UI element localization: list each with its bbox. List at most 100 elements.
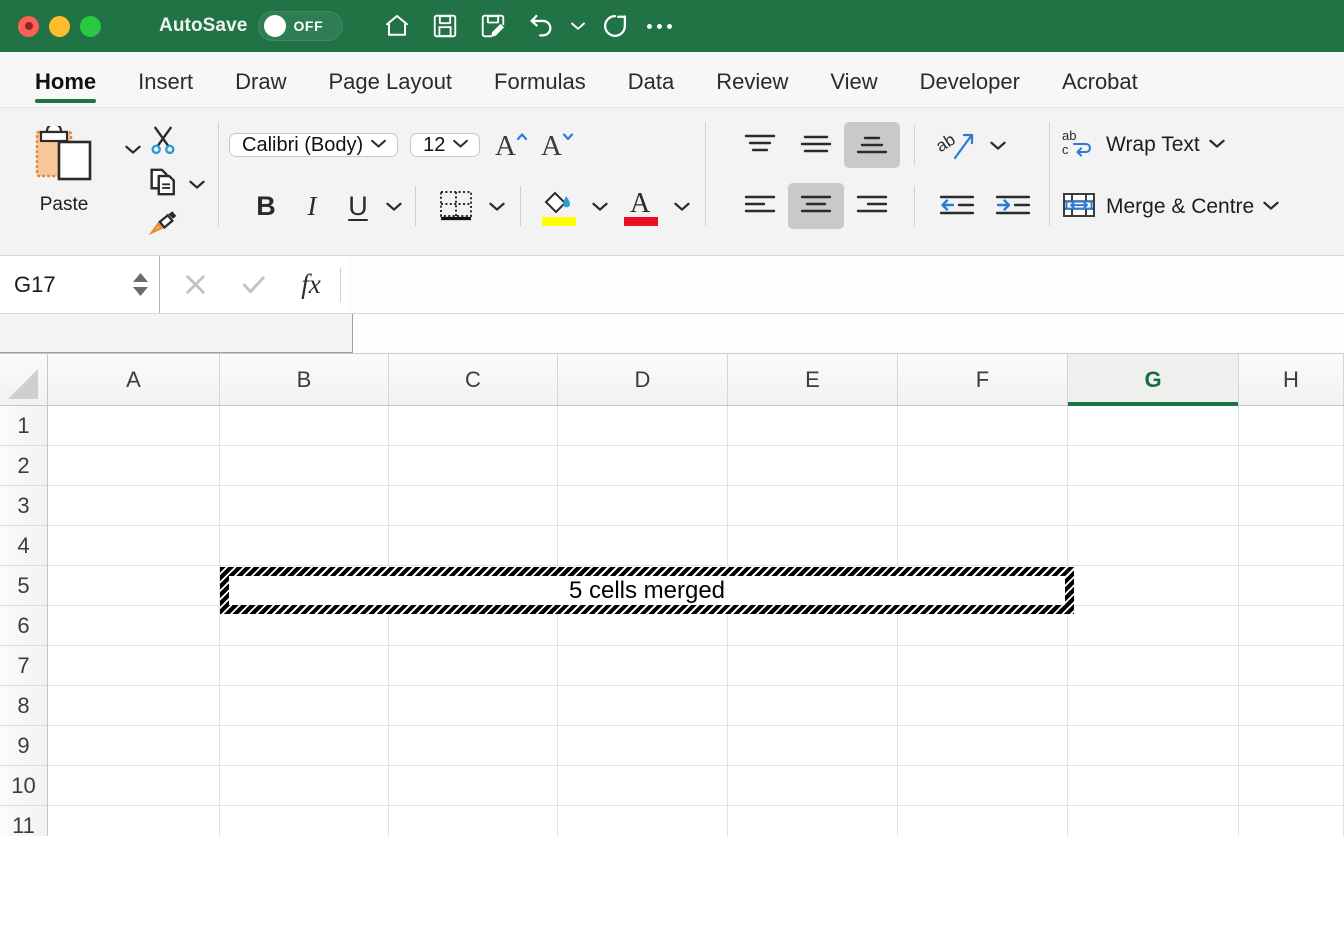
row-header-3[interactable]: 3: [0, 486, 47, 526]
autosave-toggle[interactable]: OFF: [258, 11, 344, 41]
wrap-text-dropdown-icon[interactable]: [1208, 136, 1226, 154]
cell-d8[interactable]: [558, 686, 728, 726]
cell-d3[interactable]: [558, 486, 728, 526]
cell-a3[interactable]: [48, 486, 220, 526]
home-icon[interactable]: [373, 6, 421, 46]
underline-button[interactable]: U: [335, 183, 381, 229]
font-color-button[interactable]: A: [613, 183, 669, 229]
underline-dropdown-icon[interactable]: [381, 183, 407, 229]
name-box-spinner[interactable]: [132, 272, 149, 297]
cell-e1[interactable]: [728, 406, 898, 446]
cancel-formula-button[interactable]: [166, 257, 224, 313]
minimize-window-button[interactable]: [49, 15, 70, 37]
cell-f3[interactable]: [898, 486, 1068, 526]
cell-d1[interactable]: [558, 406, 728, 446]
cell-c7[interactable]: [389, 646, 558, 686]
cell-e10[interactable]: [728, 766, 898, 806]
cell-d4[interactable]: [558, 526, 728, 566]
cell-b1[interactable]: [220, 406, 389, 446]
cell-f4[interactable]: [898, 526, 1068, 566]
formula-input[interactable]: [347, 256, 1344, 313]
tab-draw[interactable]: Draw: [214, 69, 307, 107]
select-all-button[interactable]: [0, 354, 48, 405]
cell-g5[interactable]: [1068, 566, 1239, 606]
bold-button[interactable]: B: [243, 183, 289, 229]
cell-c4[interactable]: [389, 526, 558, 566]
font-color-dropdown-icon[interactable]: [669, 183, 695, 229]
borders-dropdown-icon[interactable]: [484, 183, 510, 229]
cell-g10[interactable]: [1068, 766, 1239, 806]
autosave-control[interactable]: AutoSave OFF: [159, 11, 344, 41]
cell-a10[interactable]: [48, 766, 220, 806]
cell-f2[interactable]: [898, 446, 1068, 486]
cell-d7[interactable]: [558, 646, 728, 686]
cell-d9[interactable]: [558, 726, 728, 766]
row-header-2[interactable]: 2: [0, 446, 47, 486]
align-center-button[interactable]: [788, 183, 844, 229]
cell-g6[interactable]: [1068, 606, 1239, 646]
cell-g3[interactable]: [1068, 486, 1239, 526]
cell-f11[interactable]: [898, 806, 1068, 836]
cell-a5[interactable]: [48, 566, 220, 606]
cell-a2[interactable]: [48, 446, 220, 486]
row-header-1[interactable]: 1: [0, 406, 47, 446]
font-name-combo[interactable]: Calibri (Body): [229, 124, 399, 166]
cell-a9[interactable]: [48, 726, 220, 766]
merged-cell[interactable]: 5 cells merged: [220, 567, 1074, 614]
cell-f8[interactable]: [898, 686, 1068, 726]
row-header-7[interactable]: 7: [0, 646, 47, 686]
cell-e2[interactable]: [728, 446, 898, 486]
cell-c2[interactable]: [389, 446, 558, 486]
column-header-h[interactable]: H: [1239, 354, 1344, 405]
cell-b8[interactable]: [220, 686, 389, 726]
cell-a1[interactable]: [48, 406, 220, 446]
column-header-b[interactable]: B: [220, 354, 389, 405]
align-right-button[interactable]: [844, 183, 900, 229]
paste-dropdown-icon[interactable]: [120, 114, 146, 184]
maximize-window-button[interactable]: [80, 15, 101, 37]
cell-g2[interactable]: [1068, 446, 1239, 486]
align-left-button[interactable]: [732, 183, 788, 229]
cell-h9[interactable]: [1239, 726, 1344, 766]
tab-insert[interactable]: Insert: [117, 69, 214, 107]
cell-h3[interactable]: [1239, 486, 1344, 526]
copy-dropdown-icon[interactable]: [184, 161, 210, 207]
format-painter-button[interactable]: [146, 206, 210, 246]
cell-h2[interactable]: [1239, 446, 1344, 486]
cell-c10[interactable]: [389, 766, 558, 806]
increase-indent-button[interactable]: [985, 183, 1041, 229]
wrap-text-button[interactable]: ab c Wrap Text: [1060, 114, 1226, 176]
cell-f10[interactable]: [898, 766, 1068, 806]
cell-b10[interactable]: [220, 766, 389, 806]
cell-b9[interactable]: [220, 726, 389, 766]
cell-h11[interactable]: [1239, 806, 1344, 836]
cell-e3[interactable]: [728, 486, 898, 526]
cell-g4[interactable]: [1068, 526, 1239, 566]
bottom-align-button[interactable]: [844, 122, 900, 168]
redo-icon[interactable]: [591, 6, 639, 46]
cut-button[interactable]: [146, 122, 210, 162]
merge-centre-dropdown-icon[interactable]: [1262, 198, 1280, 216]
italic-button[interactable]: I: [289, 183, 335, 229]
fill-color-dropdown-icon[interactable]: [587, 183, 613, 229]
cell-a8[interactable]: [48, 686, 220, 726]
tab-home[interactable]: Home: [14, 69, 117, 107]
cell-e11[interactable]: [728, 806, 898, 836]
cell-f9[interactable]: [898, 726, 1068, 766]
column-header-a[interactable]: A: [48, 354, 220, 405]
orientation-dropdown-icon[interactable]: [985, 122, 1011, 168]
font-size-combo[interactable]: 12: [410, 124, 481, 166]
column-header-g[interactable]: G: [1068, 354, 1239, 406]
save-icon[interactable]: [421, 6, 469, 46]
cell-c8[interactable]: [389, 686, 558, 726]
cell-h6[interactable]: [1239, 606, 1344, 646]
tab-view[interactable]: View: [809, 69, 898, 107]
row-header-4[interactable]: 4: [0, 526, 47, 566]
cell-e4[interactable]: [728, 526, 898, 566]
tab-data[interactable]: Data: [607, 69, 695, 107]
row-header-5[interactable]: 5: [0, 566, 47, 606]
cell-b2[interactable]: [220, 446, 389, 486]
row-header-9[interactable]: 9: [0, 726, 47, 766]
middle-align-button[interactable]: [788, 122, 844, 168]
cell-a6[interactable]: [48, 606, 220, 646]
